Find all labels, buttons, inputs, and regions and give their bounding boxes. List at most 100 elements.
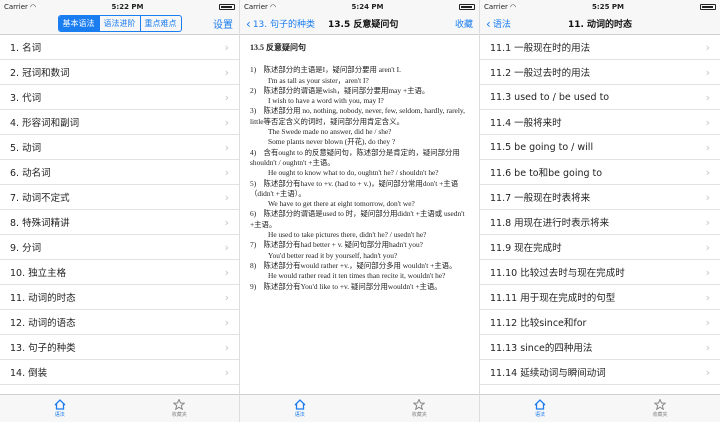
segment-basic[interactable]: 基本语法	[58, 16, 99, 31]
list-item[interactable]: 13. 句子的种类 ›	[0, 335, 239, 360]
back-label: 13. 句子的种类	[252, 20, 315, 30]
tab-grammar-label: 语法	[534, 412, 545, 418]
chevron-right-icon: ›	[705, 215, 710, 229]
status-time: 5:24 PM	[351, 2, 384, 11]
favorite-button[interactable]: 收藏	[455, 17, 473, 30]
list-item[interactable]: 11.11 用于现在完成时的句型 ›	[480, 285, 720, 310]
list-item[interactable]: 11.14 延续动词与瞬间动词 ›	[480, 360, 720, 385]
list-item[interactable]: 11.6 be to和be going to ›	[480, 160, 720, 185]
status-bar: Carrier ◠ 5:24 PM	[240, 0, 479, 13]
chevron-right-icon: ›	[224, 265, 229, 279]
segment-key-points[interactable]: 重点难点	[139, 16, 181, 31]
list-item[interactable]: 11.9 现在完成时 ›	[480, 235, 720, 260]
list-item[interactable]: 2. 冠词和数词 ›	[0, 60, 239, 85]
list-item-label: 4. 形容词和副词	[10, 118, 80, 129]
chevron-right-icon: ›	[705, 165, 710, 179]
list-item[interactable]: 11.4 一般将来时 ›	[480, 110, 720, 135]
rule-text: 5) 陈述部分有have to +v. (had to + v.)，疑问部分常用…	[250, 178, 459, 198]
list-item[interactable]: 8. 特殊词精讲 ›	[0, 210, 239, 235]
navbar: ‹ 13. 句子的种类 13.5 反意疑问句 收藏	[240, 13, 479, 35]
list-item[interactable]: 14. 倒装 ›	[0, 360, 239, 385]
chevron-right-icon: ›	[224, 40, 229, 54]
list-item[interactable]: 11.7 一般现在时表将来 ›	[480, 185, 720, 210]
tab-grammar[interactable]: 语法	[240, 395, 360, 422]
rule-text: 9) 陈述部分有You'd like to +v. 疑问部分用wouldn't …	[250, 281, 442, 291]
example-sentence: We have to get there at eight tomorrow, …	[268, 199, 415, 209]
screen-article: Carrier ◠ 5:24 PM ‹ 13. 句子的种类 13.5 反意疑问句 收…	[240, 0, 480, 422]
tab-favorites[interactable]: 收藏夹	[600, 395, 720, 422]
tab-favorites-label: 收藏夹	[652, 412, 668, 418]
back-button[interactable]: ‹ 13. 句子的种类	[246, 17, 315, 31]
list-item-label: 11.12 比较since和for	[490, 318, 587, 329]
list-item-label: 8. 特殊词精讲	[10, 218, 70, 229]
chevron-right-icon: ›	[705, 65, 710, 79]
list-item-label: 10. 独立主格	[10, 268, 67, 279]
segmented-control: 基本语法 语法进阶 重点难点	[57, 15, 182, 32]
list-item[interactable]: 11. 动词的时态 ›	[0, 285, 239, 310]
example-sentence: I wish to have a word with you, may I?	[268, 96, 384, 106]
chevron-right-icon: ›	[224, 365, 229, 379]
list-item[interactable]: 11.8 用现在进行时表示将来 ›	[480, 210, 720, 235]
tab-bar: 语法 收藏夹	[480, 394, 720, 422]
tab-grammar[interactable]: 语法	[0, 395, 120, 422]
list-item[interactable]: 11.12 比较since和for ›	[480, 310, 720, 335]
navbar: 基本语法 语法进阶 重点难点 设置	[0, 13, 239, 35]
chevron-left-icon: ‹	[246, 16, 251, 31]
list-item[interactable]: 11.10 比较过去时与现在完成时 ›	[480, 260, 720, 285]
home-icon	[294, 399, 306, 410]
chevron-right-icon: ›	[224, 165, 229, 179]
settings-button[interactable]: 设置	[213, 16, 233, 31]
page-title: 11. 动词的时态	[567, 20, 633, 30]
chevron-left-icon: ‹	[486, 16, 491, 31]
list-item[interactable]: 11.5 be going to / will ›	[480, 135, 720, 160]
list-item[interactable]: 12. 动词的语态 ›	[0, 310, 239, 335]
segment-advanced[interactable]: 语法进阶	[98, 16, 140, 31]
list-item-label: 11.3 used to / be used to	[490, 91, 610, 103]
list-item-label: 11.11 用于现在完成时的句型	[490, 293, 616, 304]
list-item[interactable]: 11.13 since的四种用法 ›	[480, 335, 720, 360]
list-item[interactable]: 5. 动词 ›	[0, 135, 239, 160]
screen-grammar-list: Carrier ◠ 5:22 PM 基本语法 语法进阶 重点难点 设置 1. 名词…	[0, 0, 240, 422]
back-button[interactable]: ‹ 语法	[486, 17, 511, 31]
chevron-right-icon: ›	[705, 240, 710, 254]
list-item-label: 11.2 一般过去时的用法	[490, 68, 591, 79]
rule-text: 7) 陈述部分有had better + v. 疑问句部分用hadn't you…	[250, 240, 423, 250]
section-list: 11.1 一般现在时的用法 › 11.2 一般过去时的用法 › 11.3 used to…	[480, 35, 720, 385]
home-icon	[54, 399, 66, 410]
list-item[interactable]: 11.2 一般过去时的用法 ›	[480, 60, 720, 85]
chevron-right-icon: ›	[705, 190, 710, 204]
list-item-label: 12. 动词的语态	[10, 318, 76, 329]
rule-text: 8) 陈述部分有would rather +v.，疑问部分多用 wouldn't…	[250, 260, 457, 270]
list-item[interactable]: 11.1 一般现在时的用法 ›	[480, 35, 720, 60]
star-icon	[173, 399, 186, 410]
list-item[interactable]: 6. 动名词 ›	[0, 160, 239, 185]
carrier-label: Carrier	[4, 2, 28, 11]
rule-text: 4) 含有ought to 的反意疑问句，陈述部分是肯定的，疑问部分用shoul…	[250, 147, 460, 167]
list-item[interactable]: 1. 名词 ›	[0, 35, 239, 60]
tab-bar: 语法 收藏夹	[0, 394, 239, 422]
chevron-right-icon: ›	[224, 190, 229, 204]
chevron-right-icon: ›	[705, 290, 710, 304]
chevron-right-icon: ›	[224, 340, 229, 354]
list-item[interactable]: 3. 代词 ›	[0, 85, 239, 110]
tab-favorites[interactable]: 收藏夹	[120, 395, 240, 422]
list-item-label: 2. 冠词和数词	[10, 68, 70, 79]
screen-tense-list: Carrier ◠ 5:25 PM ‹ 语法 11. 动词的时态 11.1 一般现在…	[480, 0, 720, 422]
list-item[interactable]: 4. 形容词和副词 ›	[0, 110, 239, 135]
chevron-right-icon: ›	[705, 90, 710, 104]
chevron-right-icon: ›	[705, 40, 710, 54]
list-item[interactable]: 11.3 used to / be used to ›	[480, 85, 720, 110]
tab-grammar[interactable]: 语法	[480, 395, 600, 422]
chevron-right-icon: ›	[705, 115, 710, 129]
list-item-label: 3. 代词	[10, 93, 42, 104]
back-label: 语法	[492, 20, 511, 30]
chevron-right-icon: ›	[224, 90, 229, 104]
carrier-label: Carrier	[484, 2, 508, 11]
tab-favorites[interactable]: 收藏夹	[360, 395, 480, 422]
list-item[interactable]: 7. 动词不定式 ›	[0, 185, 239, 210]
star-icon	[413, 399, 426, 410]
list-item[interactable]: 10. 独立主格 ›	[0, 260, 239, 285]
chevron-right-icon: ›	[224, 240, 229, 254]
list-item[interactable]: 9. 分词 ›	[0, 235, 239, 260]
list-item-label: 11.7 一般现在时表将来	[490, 193, 591, 204]
